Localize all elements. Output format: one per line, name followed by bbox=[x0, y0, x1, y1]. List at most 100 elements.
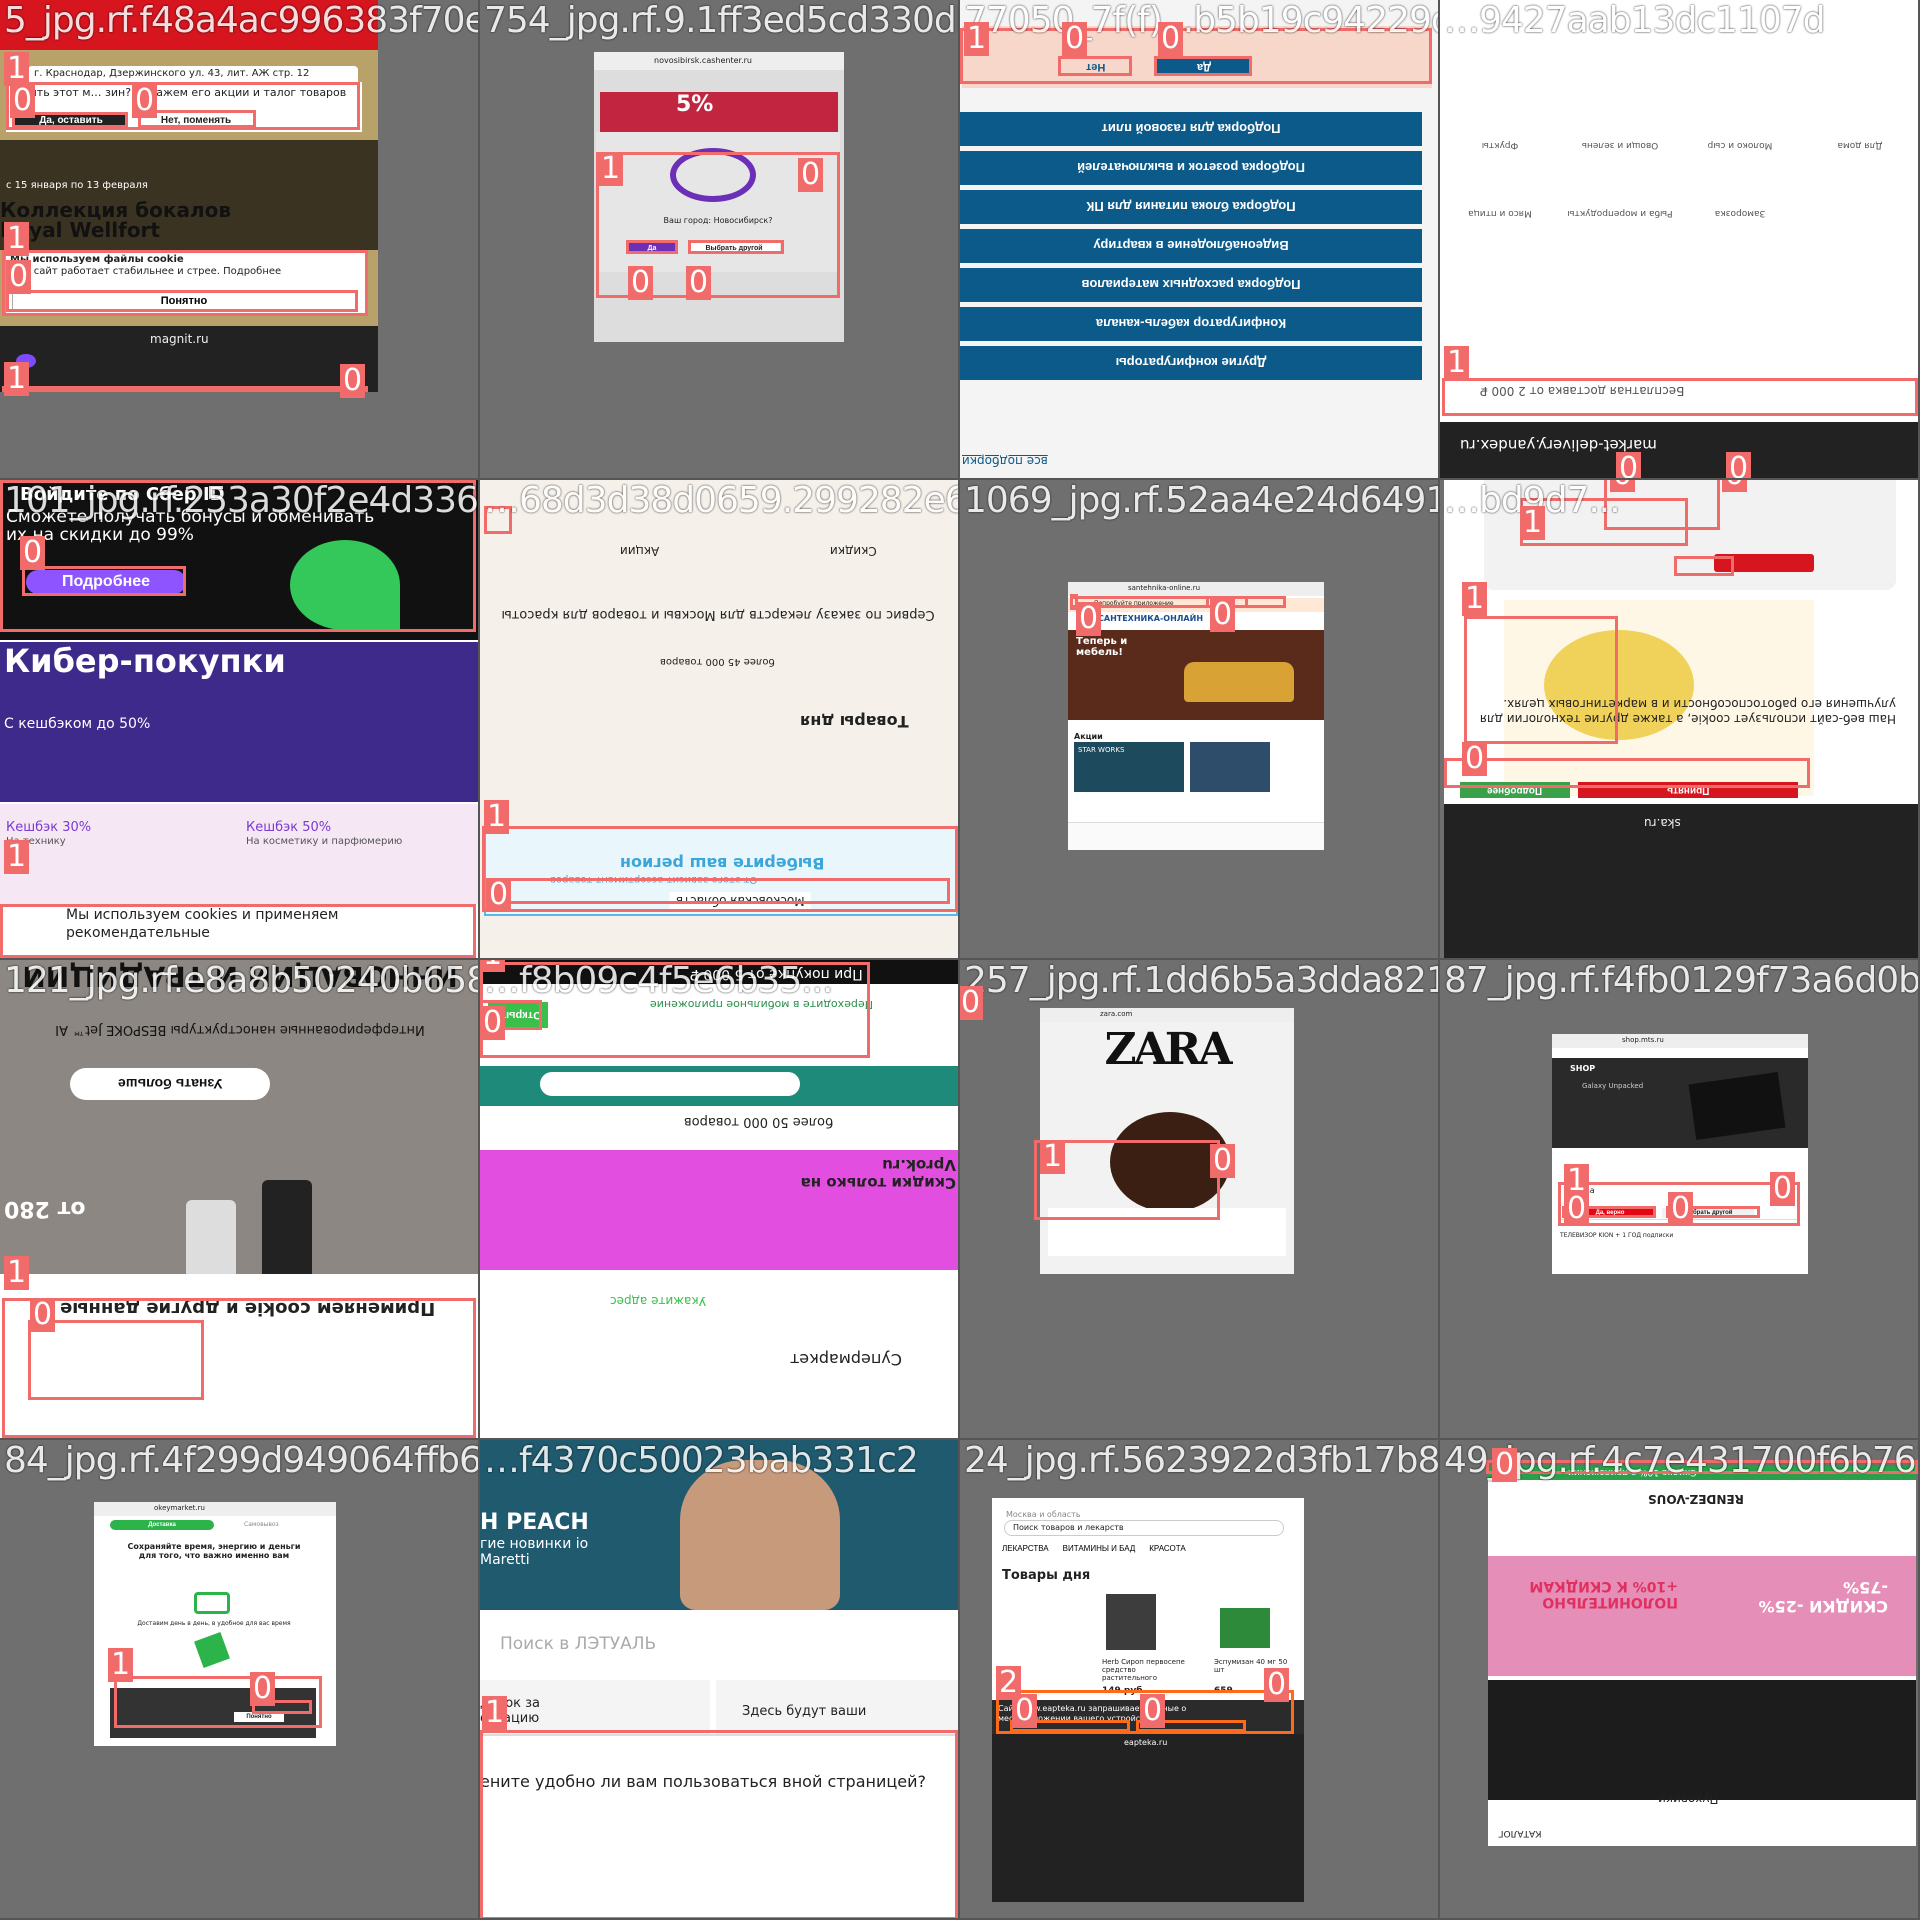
extra-discount-banner: ПОЛОНИТЕЛЬНО +10% К СКИДКАМ bbox=[1529, 1578, 1678, 1610]
learn-more-button[interactable]: Узнать больше bbox=[70, 1068, 270, 1100]
url-bar[interactable]: santehnika-online.ru bbox=[1128, 584, 1200, 592]
tile-filename: …68d3d38d0659.299282e66eaed07 bbox=[484, 480, 958, 521]
deals-section: Товары дня bbox=[800, 712, 909, 731]
tab-pickup[interactable]: Самовывоз bbox=[244, 1521, 279, 1528]
benefit-text: Сохраняйте время, энергию и деньги для т… bbox=[127, 1542, 301, 1560]
search-input[interactable]: Поиск в ЛЭТУАЛЬ bbox=[500, 1634, 656, 1654]
price-badge: от 280 bbox=[4, 1196, 86, 1221]
category-item[interactable]: Для дома bbox=[1800, 140, 1918, 150]
menu-item[interactable]: Подборка блока питания для ПК bbox=[960, 190, 1422, 224]
tile-letoile: H PEACH гие новинки io Maretti Поиск в Л… bbox=[480, 1440, 960, 1920]
cyber-banner: Кибер-покупки bbox=[4, 642, 286, 680]
tile-cashenter: novosibirsk.cashenter.ru 5% Ваш город: Н… bbox=[480, 0, 960, 480]
promo-card[interactable]: STAR WORKS bbox=[1078, 746, 1124, 754]
menu-item-label: Подборка розеток и выключателей bbox=[1077, 160, 1305, 176]
tile-okey: okeymarket.ru Доставка Самовывоз Сохраня… bbox=[0, 1440, 480, 1920]
tab-promos[interactable]: Акции bbox=[620, 544, 659, 558]
menu-item-label: Конфигуратор кабель-канала bbox=[1095, 316, 1287, 332]
tile-mts-shop: shop.mts.ru SHOP Galaxy Unpacked Москва … bbox=[1440, 960, 1920, 1440]
nav-catalog[interactable]: КАТАЛОГ bbox=[1498, 1828, 1542, 1838]
category-item[interactable]: Мясо и птица bbox=[1440, 208, 1560, 218]
model-image bbox=[680, 1460, 840, 1610]
search-input[interactable]: Поиск товаров и лекарств bbox=[1004, 1520, 1284, 1536]
menu-item[interactable]: Подборка для газовой плит bbox=[960, 112, 1422, 146]
tile-rendez-vous: Скидка 10% в приложении RENDEZ-VOUS СКИД… bbox=[1440, 1440, 1920, 1920]
image-grid: г. Краснодар, Дзержинского ул. 43, лит. … bbox=[0, 0, 1920, 1920]
url-bar[interactable]: ska.ru bbox=[1644, 816, 1681, 830]
sale-banner: Скидки только на Vprok.ru bbox=[800, 1156, 956, 1192]
category-item[interactable]: Заморозка bbox=[1680, 208, 1800, 218]
tile-cookie-flipped: Наш веб-сайт использует cookie, а также … bbox=[1440, 480, 1920, 960]
url-bar[interactable]: magnit.ru bbox=[150, 332, 209, 346]
tile-filename: 257_jpg.rf.1dd6b5a3dda821d897 bbox=[964, 960, 1440, 1001]
category-tabs[interactable]: ЛЕКАРСТВА ВИТАМИНЫ И БАД КРАСОТА bbox=[1002, 1544, 1186, 1553]
product-name: Herb Сироп первосепе средство растительн… bbox=[1102, 1658, 1185, 1682]
sale-banner: СКИДКИ -25% -75% bbox=[1758, 1578, 1888, 1616]
service-text: Сервис по заказу лекарств для Москвы и т… bbox=[501, 607, 935, 622]
menu-item[interactable]: Подборка расходных материалов bbox=[960, 268, 1422, 302]
tile-eapteka: Москва и область Поиск товаров и лекарст… bbox=[960, 1440, 1440, 1920]
tile-filename: 101_jpg.rf.253a30f2e4d3363 bbox=[4, 480, 480, 521]
category-title: Пуховики bbox=[1658, 1792, 1719, 1806]
tile-filename: 1069_jpg.rf.52aa4e24d64914bd9 bbox=[964, 480, 1440, 521]
hero-banner: Galaxy Unpacked bbox=[1582, 1082, 1644, 1090]
url-bar[interactable]: shop.mts.ru bbox=[1622, 1036, 1664, 1044]
url-bar[interactable]: eapteka.ru bbox=[1124, 1738, 1167, 1747]
tile-pharmacy: Скидки Акции Сервис по заказу лекарств д… bbox=[480, 480, 960, 960]
url-bar[interactable]: novosibirsk.cashenter.ru bbox=[654, 56, 752, 65]
tab-delivery[interactable]: Доставка bbox=[110, 1520, 214, 1530]
shop-logo: SHOP bbox=[1570, 1064, 1596, 1073]
menu-item[interactable]: Другие конфигураторы bbox=[960, 346, 1422, 380]
tile-santehnika: santehnika-online.ru Попробуйте приложен… bbox=[960, 480, 1440, 960]
promo-section: Акции bbox=[1074, 732, 1103, 741]
tab-beauty[interactable]: КРАСОТА bbox=[1149, 1544, 1185, 1553]
tile-filename: …9427aab13dc1107d bbox=[1444, 0, 1826, 41]
tile-filename: 5_jpg.rf.f48a4ac996383f70ea bbox=[4, 0, 480, 41]
menu-item-label: Подборка блока питания для ПК bbox=[1086, 199, 1296, 215]
phone-screen: г. Краснодар, Дзержинского ул. 43, лит. … bbox=[0, 0, 378, 392]
menu-item[interactable]: Видеонаблюдение в квартиру bbox=[960, 229, 1422, 263]
discount-banner: 5% bbox=[676, 92, 714, 117]
product-count: более 45 000 товаров bbox=[660, 656, 775, 667]
category-item[interactable]: Фрукты bbox=[1440, 140, 1560, 150]
search-input[interactable] bbox=[540, 1072, 800, 1096]
tile-config-menu: Нет Да Подборка для газовой плит Подборка… bbox=[960, 0, 1440, 480]
zara-logo: ZARA bbox=[1104, 1024, 1233, 1075]
menu-item-label: Подборка расходных материалов bbox=[1081, 277, 1301, 293]
category-grid: Фрукты Овощи и зелень Молоко и сыр Для дома… bbox=[1440, 140, 1918, 218]
cashback-beauty-sub: На косметику и парфюмерию bbox=[246, 836, 403, 847]
category-item[interactable]: Рыба и морепродукты bbox=[1560, 208, 1680, 218]
category-item[interactable]: Овощи и зелень bbox=[1560, 140, 1680, 150]
promo-dates: с 15 января по 13 февраля bbox=[6, 180, 148, 191]
url-bar[interactable]: zara.com bbox=[1100, 1010, 1132, 1018]
region-select[interactable]: Москва и область bbox=[1006, 1510, 1081, 1519]
tile-market-delivery: Фрукты Овощи и зелень Молоко и сыр Для дома… bbox=[1440, 0, 1920, 480]
cashback-tech: Кешбэк 30% bbox=[6, 820, 92, 835]
tile-filename: 754_jpg.rf.9.1ff3ed5cd330dbc08 bbox=[484, 0, 958, 41]
menu-item[interactable]: Конфигуратор кабель-канала bbox=[960, 307, 1422, 341]
tile-vprok: При покупке от 5 000 ₽ Переходите в моби… bbox=[480, 960, 960, 1440]
menu-item[interactable]: Подборка розеток и выключателей bbox=[960, 151, 1422, 185]
tab-discounts[interactable]: Скидки bbox=[830, 544, 877, 558]
tile-filename: 87_jpg.rf.f4fb0129f73a6d0b bbox=[1444, 960, 1920, 1001]
orders-placeholder: Здесь будут ваши bbox=[742, 1704, 867, 1719]
tile-filename: …f4370c50023bab331c2 bbox=[484, 1440, 919, 1481]
config-menu: Подборка для газовой плит Подборка розето… bbox=[960, 112, 1430, 385]
brand-subtitle: Интерферированные наноструктуры BESPOKE … bbox=[55, 1022, 425, 1037]
menu-item-label: Подборка для газовой плит bbox=[1101, 121, 1281, 137]
brand-logo: САНТЕХНИКА-ОНЛАЙН bbox=[1098, 614, 1204, 623]
product-count: более 50 000 товаров bbox=[684, 1114, 834, 1129]
cashback-beauty: Кешбэк 50% bbox=[246, 820, 332, 835]
tile-sber-megamarket: Войдите по Сбер ID Сможете получать бону… bbox=[0, 480, 480, 960]
money-icon bbox=[194, 1632, 230, 1668]
category-item[interactable]: Молоко и сыр bbox=[1680, 140, 1800, 150]
tile-magnit: г. Краснодар, Дзержинского ул. 43, лит. … bbox=[0, 0, 480, 480]
tile-zara: zara.com ZARA 1 0 0 257_jpg.rf.1dd6b5a3d… bbox=[960, 960, 1440, 1440]
product-image bbox=[1106, 1594, 1156, 1650]
sofa-image bbox=[1184, 662, 1294, 702]
url-bar[interactable]: okeymarket.ru bbox=[154, 1504, 205, 1512]
all-collections-link[interactable]: все подборки bbox=[962, 454, 1048, 468]
address-link[interactable]: Укажите адрес bbox=[610, 1294, 706, 1308]
tab-medicines[interactable]: ЛЕКАРСТВА bbox=[1002, 1544, 1049, 1553]
tab-vitamins[interactable]: ВИТАМИНЫ И БАД bbox=[1063, 1544, 1136, 1553]
